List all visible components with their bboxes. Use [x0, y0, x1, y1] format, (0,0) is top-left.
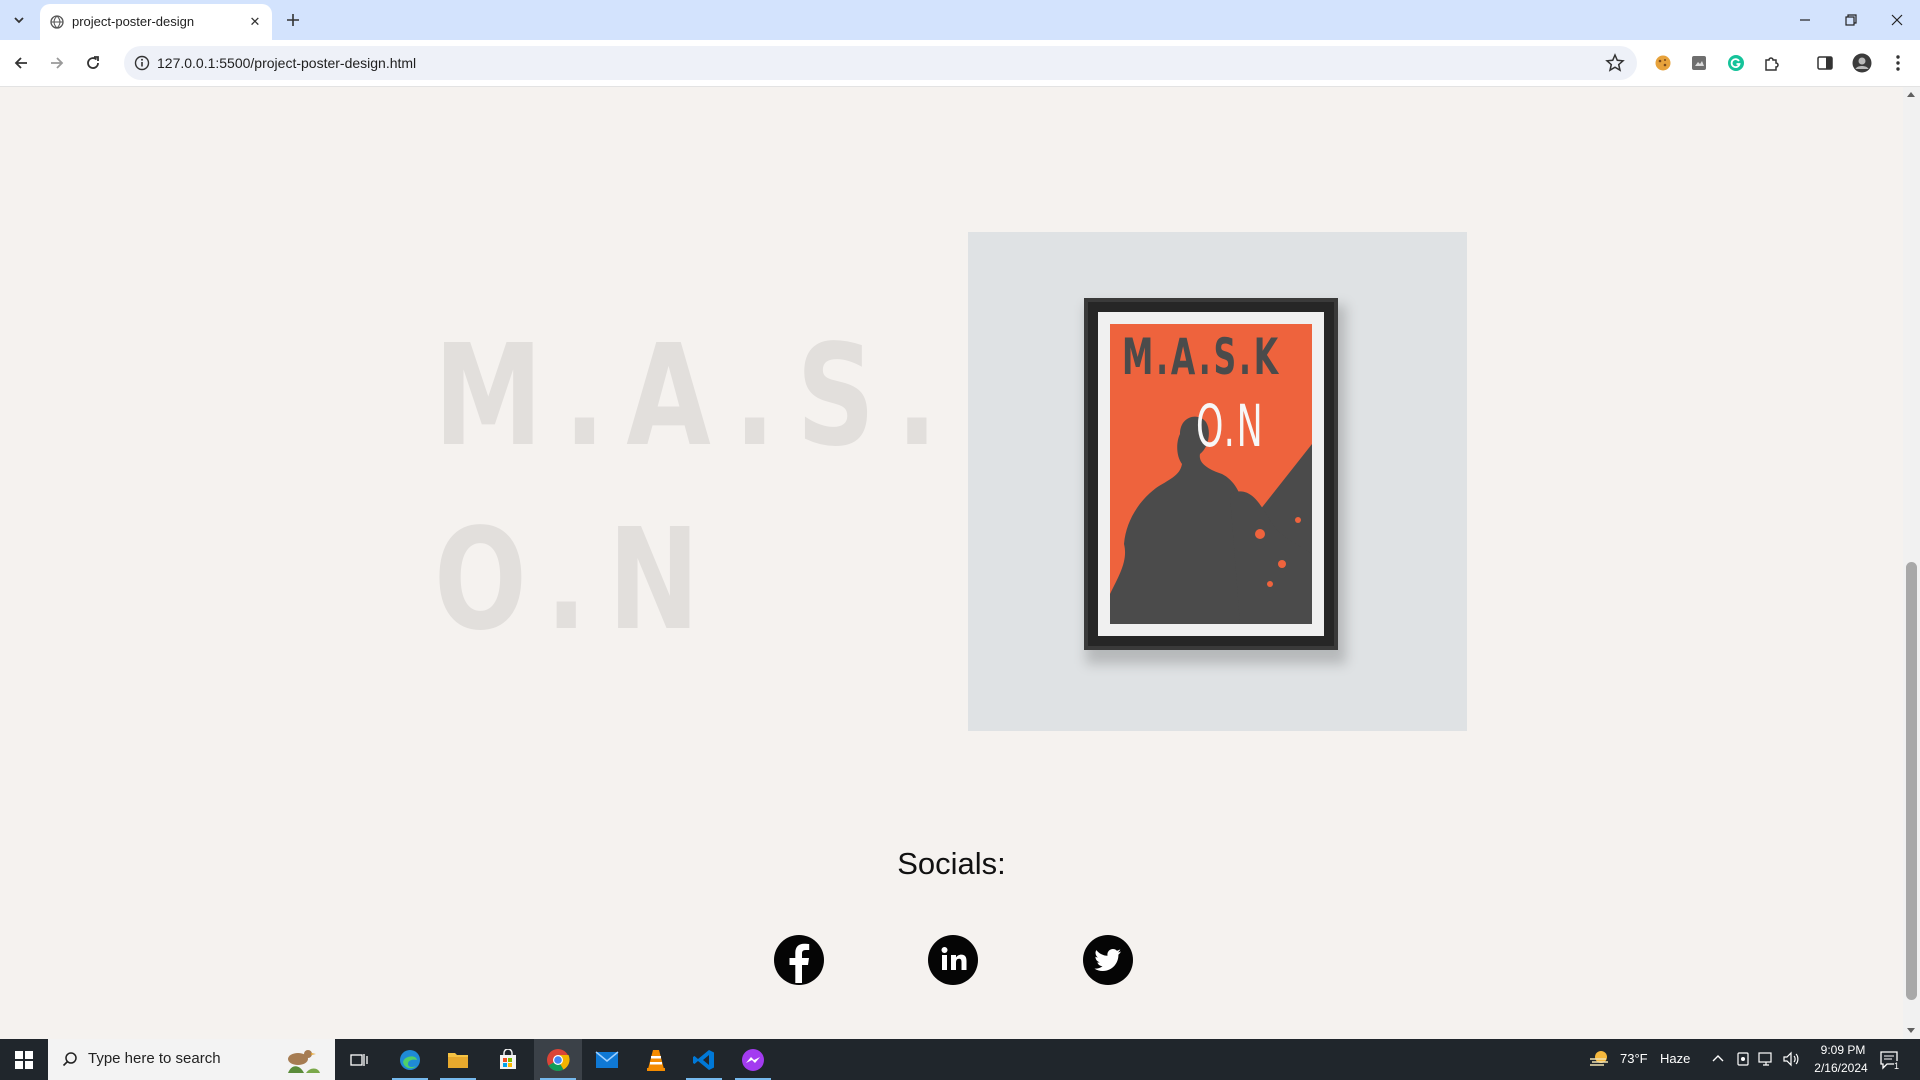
forward-button[interactable]	[44, 50, 70, 76]
cookie-extension-icon[interactable]	[1652, 52, 1674, 74]
close-tab-icon[interactable]: ✕	[246, 13, 264, 31]
taskbar-mail[interactable]	[583, 1039, 631, 1080]
arrow-left-icon	[14, 57, 27, 69]
close-window-button[interactable]	[1874, 0, 1920, 40]
network-icon[interactable]	[1758, 1051, 1776, 1067]
facebook-icon	[789, 943, 810, 983]
puzzle-extensions-icon[interactable]	[1761, 52, 1783, 74]
poster-artwork: M.A.S.K O.N	[1110, 324, 1312, 624]
search-icon	[62, 1052, 77, 1067]
search-placeholder: Type here to search	[88, 1050, 221, 1067]
vlc-icon	[647, 1049, 665, 1071]
restore-icon	[1845, 14, 1857, 26]
taskbar-messenger[interactable]	[729, 1039, 777, 1080]
reload-button[interactable]	[80, 50, 106, 76]
start-button[interactable]	[0, 1039, 48, 1080]
tab-search-button[interactable]	[6, 8, 32, 32]
minimize-icon	[1800, 19, 1810, 21]
windows-logo-icon	[15, 1050, 33, 1069]
chevron-down-icon	[14, 17, 24, 24]
bookmark-star-icon[interactable]	[1605, 53, 1625, 73]
weather-temp: 73°F	[1620, 1051, 1648, 1066]
browser-tab[interactable]: project-poster-design ✕	[40, 4, 272, 40]
poster-title-top: M.A.S.K	[1122, 328, 1281, 386]
volume-icon[interactable]	[1782, 1051, 1800, 1067]
facebook-link[interactable]	[774, 935, 824, 985]
reload-icon	[87, 56, 99, 69]
taskbar-edge[interactable]	[386, 1039, 434, 1080]
poster-title-mid: O.N	[1196, 392, 1265, 460]
taskbar-vscode[interactable]	[680, 1039, 728, 1080]
profile-avatar-icon[interactable]	[1851, 52, 1873, 74]
minimize-button[interactable]	[1782, 0, 1828, 40]
twitter-link[interactable]	[1083, 935, 1133, 985]
poster-panel: M.A.S.K O.N	[968, 232, 1467, 731]
taskbar-search-box[interactable]: Type here to search	[48, 1039, 335, 1080]
poster-frame: M.A.S.K O.N	[1084, 298, 1338, 650]
close-icon	[1891, 14, 1903, 26]
messenger-icon	[742, 1048, 764, 1071]
socials-heading: Socials:	[897, 846, 1006, 881]
linkedin-link[interactable]	[928, 935, 978, 985]
new-tab-button[interactable]	[282, 9, 304, 31]
grammarly-extension-icon[interactable]	[1725, 52, 1747, 74]
linkedin-icon	[941, 947, 967, 970]
taskbar-file-explorer[interactable]	[434, 1039, 482, 1080]
clock-time[interactable]: 9:09 PM	[1812, 1043, 1874, 1057]
tab-strip: project-poster-design ✕	[0, 0, 1920, 40]
plus-icon	[287, 14, 299, 26]
taskbar-store[interactable]	[484, 1039, 532, 1080]
search-highlight-bird-icon	[288, 1050, 320, 1073]
vscode-icon	[693, 1049, 714, 1070]
menu-dots-icon[interactable]	[1887, 52, 1909, 74]
poster-mat: M.A.S.K O.N	[1098, 312, 1324, 636]
task-view-button[interactable]	[335, 1039, 383, 1080]
notification-count: 1	[1894, 1061, 1900, 1071]
clock-date[interactable]: 2/16/2024	[1808, 1061, 1874, 1075]
chrome-icon	[547, 1048, 570, 1071]
arrow-right-icon	[51, 57, 64, 69]
back-button[interactable]	[8, 50, 34, 76]
restore-button[interactable]	[1828, 0, 1874, 40]
store-icon	[500, 1048, 516, 1069]
mail-icon	[595, 1050, 619, 1068]
image-extension-icon[interactable]	[1688, 52, 1710, 74]
folder-icon	[448, 1052, 468, 1068]
taskbar-vlc[interactable]	[632, 1039, 680, 1080]
side-panel-icon[interactable]	[1814, 52, 1836, 74]
scroll-down-arrow-icon[interactable]	[1906, 1027, 1916, 1035]
page-viewport: M.A.S.K O.N M.A.S.K O.N Socials:	[0, 87, 1903, 1039]
address-bar[interactable]: 127.0.0.1:5500/project-poster-design.htm…	[124, 46, 1637, 80]
twitter-icon	[1094, 949, 1121, 971]
info-icon	[134, 55, 150, 71]
tray-chevron-up-icon[interactable]	[1712, 1053, 1724, 1063]
weather-desc: Haze	[1660, 1051, 1691, 1066]
scrollbar-thumb[interactable]	[1906, 562, 1917, 1000]
taskbar-chrome[interactable]	[534, 1039, 582, 1080]
browser-toolbar: 127.0.0.1:5500/project-poster-design.htm…	[0, 40, 1920, 87]
weather-haze-icon	[1590, 1051, 1608, 1066]
scroll-up-arrow-icon[interactable]	[1906, 90, 1916, 98]
globe-icon	[50, 15, 64, 29]
windows-taskbar: Type here to search 73°F Haze 9:09 PM 2/…	[0, 1039, 1920, 1080]
meet-now-icon[interactable]	[1736, 1051, 1750, 1067]
task-view-icon	[350, 1053, 368, 1066]
url-text: 127.0.0.1:5500/project-poster-design.htm…	[157, 55, 417, 71]
tab-title: project-poster-design	[72, 14, 195, 29]
edge-icon	[400, 1049, 420, 1070]
